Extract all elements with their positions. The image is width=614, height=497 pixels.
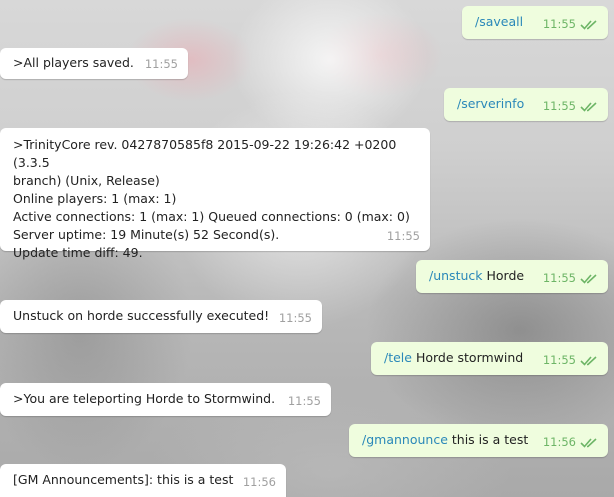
message-line: Active connections: 1 (max: 1) Queued co… bbox=[13, 209, 410, 224]
message-line: Server uptime: 19 Minute(s) 52 Second(s)… bbox=[13, 227, 280, 242]
message-meta: 11:55 bbox=[543, 351, 598, 369]
double-check-icon bbox=[580, 273, 597, 284]
message-time: 11:55 bbox=[287, 394, 321, 408]
message-text: /unstuck Horde bbox=[429, 268, 525, 283]
message-text: >All players saved. bbox=[13, 55, 134, 70]
message-text: /tele Horde stormwind bbox=[384, 350, 524, 365]
message-time: 11:55 bbox=[144, 57, 178, 71]
message-time: 11:56 bbox=[542, 435, 576, 449]
double-check-icon bbox=[580, 355, 597, 366]
message-meta: 11:55 bbox=[543, 269, 598, 287]
message-time: 11:55 bbox=[542, 99, 576, 113]
message-time: 11:56 bbox=[242, 475, 276, 489]
message-incoming[interactable]: >TrinityCore rev. 0427870585f8 2015-09-2… bbox=[0, 128, 430, 260]
double-check-icon bbox=[580, 101, 597, 112]
message-outgoing[interactable]: /gmannounce this is a test 11:56 bbox=[349, 424, 608, 457]
message-text: Unstuck on horde successfully executed! bbox=[13, 308, 270, 323]
message-text: [GM Announcements]: this is a test bbox=[13, 472, 234, 487]
message-text: /serverinfo bbox=[457, 96, 524, 111]
message-outgoing[interactable]: /saveall 11:55 bbox=[462, 6, 608, 39]
message-meta: 11:55 bbox=[387, 227, 420, 245]
message-meta: 11:55 bbox=[145, 55, 178, 73]
message-line: branch) (Unix, Release) bbox=[13, 173, 160, 188]
bot-command-link[interactable]: /unstuck bbox=[429, 268, 483, 283]
message-meta: 11:56 bbox=[243, 473, 276, 491]
message-time: 11:55 bbox=[542, 271, 576, 285]
message-line: Update time diff: 49. bbox=[13, 245, 143, 260]
message-outgoing[interactable]: /serverinfo 11:55 bbox=[444, 88, 608, 121]
message-time: 11:55 bbox=[386, 229, 420, 243]
message-incoming[interactable]: Unstuck on horde successfully executed! … bbox=[0, 300, 322, 333]
message-text: >You are teleporting Horde to Stormwind. bbox=[13, 391, 276, 406]
double-check-icon bbox=[580, 19, 597, 30]
bot-command-link[interactable]: /gmannounce bbox=[362, 432, 448, 447]
bot-command-link[interactable]: /serverinfo bbox=[457, 96, 524, 111]
message-text: /saveall bbox=[475, 14, 523, 29]
bot-command-link[interactable]: /saveall bbox=[475, 14, 523, 29]
message-text: /gmannounce this is a test bbox=[362, 432, 529, 447]
message-outgoing[interactable]: /unstuck Horde 11:55 bbox=[416, 260, 608, 293]
message-incoming[interactable]: [GM Announcements]: this is a test 11:56 bbox=[0, 464, 286, 497]
message-meta: 11:55 bbox=[543, 97, 598, 115]
message-time: 11:55 bbox=[542, 17, 576, 31]
message-meta: 11:55 bbox=[543, 15, 598, 33]
message-time: 11:55 bbox=[542, 353, 576, 367]
message-meta: 11:55 bbox=[279, 309, 312, 327]
message-incoming[interactable]: >All players saved. 11:55 bbox=[0, 48, 188, 79]
message-text: >TrinityCore rev. 0427870585f8 2015-09-2… bbox=[13, 136, 430, 262]
message-meta: 11:55 bbox=[288, 392, 321, 410]
message-outgoing[interactable]: /tele Horde stormwind 11:55 bbox=[371, 342, 608, 375]
message-line: >TrinityCore rev. 0427870585f8 2015-09-2… bbox=[13, 137, 397, 170]
bot-command-link[interactable]: /tele bbox=[384, 350, 412, 365]
message-meta: 11:56 bbox=[543, 433, 598, 451]
message-line: Online players: 1 (max: 1) bbox=[13, 191, 177, 206]
message-time: 11:55 bbox=[278, 311, 312, 325]
message-incoming[interactable]: >You are teleporting Horde to Stormwind.… bbox=[0, 383, 331, 416]
double-check-icon bbox=[580, 437, 597, 448]
